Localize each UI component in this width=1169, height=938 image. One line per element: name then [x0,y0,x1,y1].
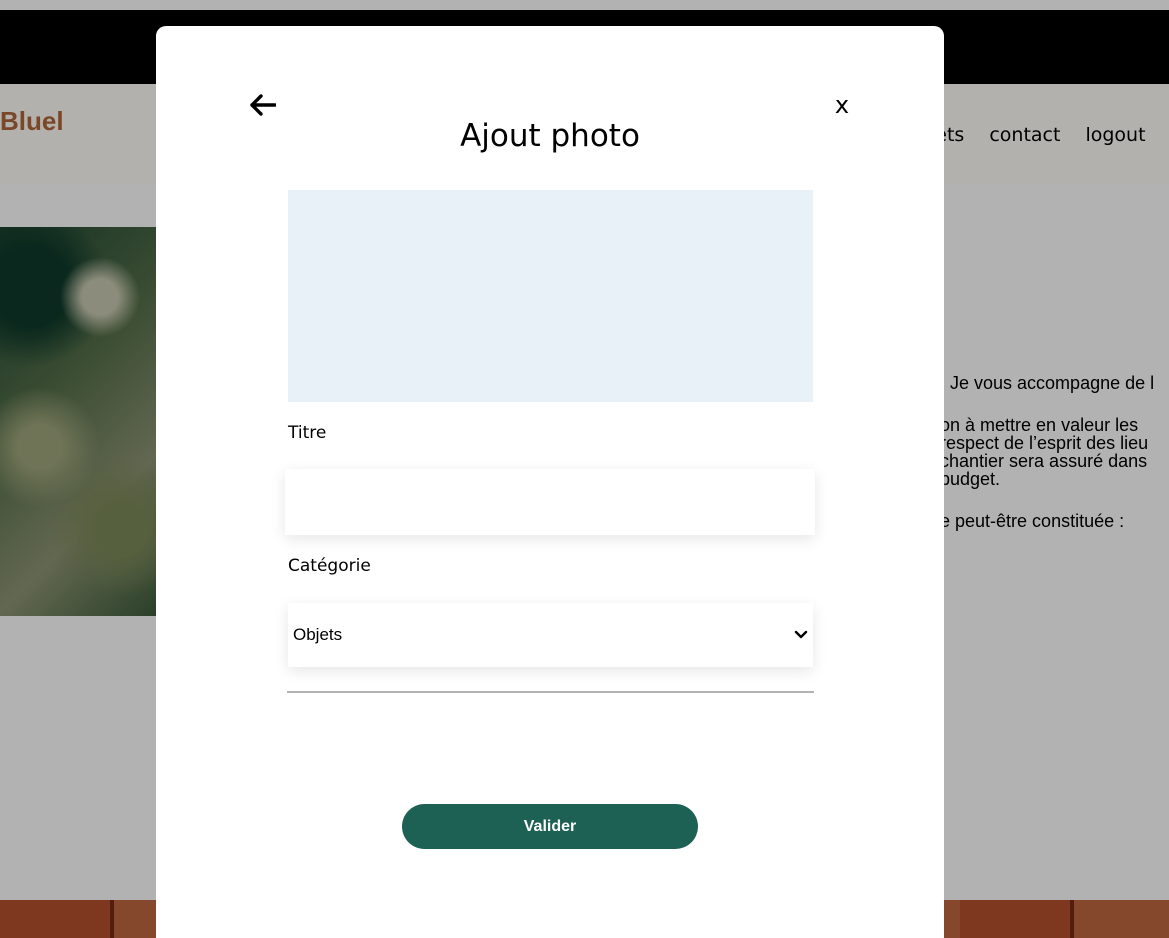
title-label: Titre [288,423,327,443]
back-button[interactable] [248,90,278,120]
chevron-down-icon [794,630,808,639]
category-select[interactable]: Objets [288,603,813,667]
category-select-value: Objets [293,625,343,644]
validate-button[interactable]: Valider [402,804,698,849]
title-input[interactable] [285,469,815,535]
category-label: Catégorie [288,556,371,576]
form-divider [287,691,814,693]
arrow-left-icon [250,94,276,116]
close-button[interactable]: x [830,88,854,122]
modal-title: Ajout photo [460,118,640,154]
add-photo-modal: x Ajout photo Titre Catégorie Objets Val… [156,26,944,938]
photo-upload-dropzone[interactable] [288,190,813,402]
